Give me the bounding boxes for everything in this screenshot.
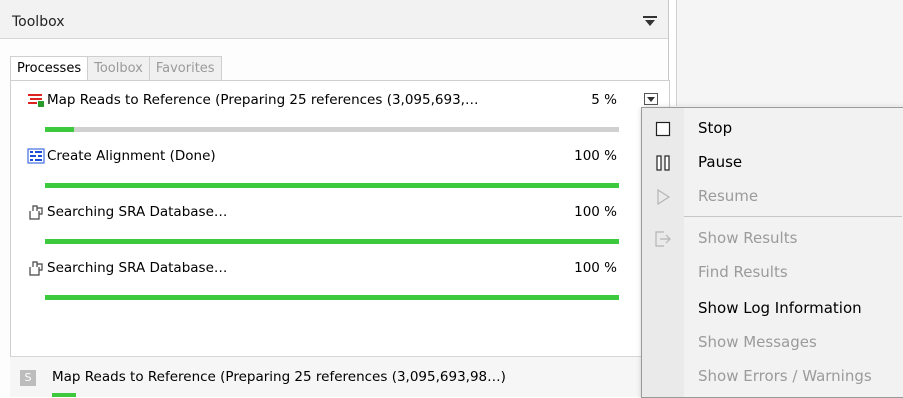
search-sra-icon: [29, 261, 43, 276]
process-percent: 5 %: [591, 92, 617, 108]
menu-item-show-log-information[interactable]: Show Log Information: [642, 292, 903, 326]
collapse-menu-icon[interactable]: [642, 15, 658, 27]
menu-item-show-messages[interactable]: Show Messages: [642, 326, 903, 360]
process-row[interactable]: Map Reads to Reference (Preparing 25 ref…: [27, 89, 658, 132]
progress-bar: [45, 239, 619, 244]
alignment-icon: [27, 148, 45, 164]
editor-area: [676, 0, 903, 106]
toolbox-panel: Toolbox Processes Toolbox Favorites Map …: [0, 0, 670, 397]
tab-toolbox[interactable]: Toolbox: [87, 56, 150, 81]
process-row[interactable]: Create Alignment (Done) 100 %: [27, 145, 658, 188]
panel-title: Toolbox: [12, 14, 65, 30]
process-name: Create Alignment (Done): [47, 148, 216, 164]
progress-fill: [45, 127, 74, 132]
menu-item-pause[interactable]: Pause: [642, 146, 903, 180]
status-bar[interactable]: S Map Reads to Reference (Preparing 25 r…: [10, 356, 668, 397]
menu-item-label: Stop: [698, 119, 733, 137]
progress-bar: [45, 127, 619, 132]
progress-fill: [45, 295, 619, 300]
menu-item-label: Show Errors / Warnings: [698, 367, 872, 385]
process-list: Map Reads to Reference (Preparing 25 ref…: [10, 80, 670, 358]
map-reads-icon: [28, 94, 44, 107]
process-name: Map Reads to Reference (Preparing 25 ref…: [47, 92, 479, 108]
process-percent: 100 %: [574, 260, 617, 276]
progress-fill: [45, 239, 619, 244]
search-sra-icon: [29, 205, 43, 220]
progress-bar: [45, 183, 619, 188]
menu-item-resume[interactable]: Resume: [642, 180, 903, 214]
status-text: Map Reads to Reference (Preparing 25 ref…: [52, 369, 506, 385]
process-context-menu: Stop Pause Resume Show Results Find Resu…: [641, 107, 903, 398]
tab-favorites[interactable]: Favorites: [148, 56, 222, 81]
process-percent: 100 %: [574, 204, 617, 220]
menu-item-label: Find Results: [698, 263, 788, 281]
status-progress: [52, 393, 76, 397]
process-row[interactable]: Searching SRA Database… 100 %: [27, 201, 658, 244]
status-badge: S: [20, 370, 36, 386]
progress-bar: [45, 295, 619, 300]
menu-item-label: Pause: [698, 153, 743, 171]
menu-item-stop[interactable]: Stop: [642, 112, 903, 146]
tab-processes[interactable]: Processes: [10, 56, 89, 81]
stop-icon: [655, 121, 671, 137]
toolbox-header: Toolbox: [0, 0, 668, 39]
progress-fill: [45, 183, 619, 188]
play-icon: [657, 188, 671, 206]
menu-item-label: Show Log Information: [698, 299, 862, 317]
process-row[interactable]: Searching SRA Database… 100 %: [27, 257, 658, 300]
process-menu-dropdown[interactable]: [644, 93, 658, 105]
toolbox-tabs: Processes Toolbox Favorites: [10, 56, 222, 81]
menu-item-label: Resume: [698, 187, 759, 205]
menu-item-label: Show Results: [698, 229, 798, 247]
process-percent: 100 %: [574, 148, 617, 164]
pause-icon: [656, 155, 670, 171]
menu-item-show-results[interactable]: Show Results: [642, 222, 903, 256]
menu-item-find-results[interactable]: Find Results: [642, 256, 903, 290]
show-results-icon: [655, 231, 671, 247]
menu-item-label: Show Messages: [698, 333, 817, 351]
process-name: Searching SRA Database…: [47, 204, 228, 220]
menu-separator: [684, 216, 902, 217]
process-name: Searching SRA Database…: [47, 260, 228, 276]
menu-item-show-errors-warnings[interactable]: Show Errors / Warnings: [642, 360, 903, 394]
